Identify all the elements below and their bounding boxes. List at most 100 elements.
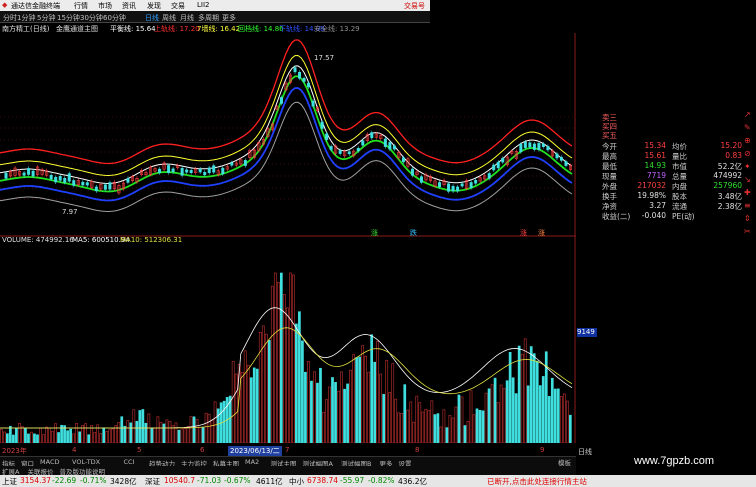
- period-tab[interactable]: 分时: [3, 13, 17, 23]
- volume-bar: [436, 413, 440, 443]
- drawing-toolstrip: ↗ ✎ ⊕ ⊘ ✦ ↘ ✚ ≡ ⇕ ✂: [742, 110, 756, 410]
- volume-bar: [313, 371, 316, 443]
- volume-bar: [562, 393, 566, 443]
- volume-bar: [204, 412, 208, 443]
- quote-row: 净资 3.27 流通 2.38亿: [600, 201, 756, 211]
- candle-body: [185, 169, 189, 173]
- period-tab[interactable]: 5分钟: [37, 13, 55, 23]
- indicator-tab[interactable]: MACD: [40, 458, 59, 466]
- menu-item-discover[interactable]: 发现: [147, 1, 161, 11]
- zx-index-pct: -0.82%: [368, 476, 395, 485]
- volume-bar: [538, 385, 542, 443]
- volume-bar: [105, 431, 109, 443]
- volume-bar: [147, 413, 151, 443]
- period-tab[interactable]: 60分钟: [103, 13, 126, 23]
- connection-status[interactable]: 已断开,点击此处连接行情主站: [487, 476, 587, 487]
- volume-bar: [508, 352, 512, 443]
- period-tab[interactable]: 更多: [222, 13, 236, 23]
- volume-bar: [550, 377, 554, 443]
- volume-bar: [523, 338, 527, 443]
- candle-body: [189, 170, 193, 174]
- volume-legend: VOLUME: 474992.16 MA5: 600510.94 MA10: 5…: [0, 236, 576, 246]
- drawing-tool-icon[interactable]: ✂: [744, 227, 751, 236]
- volume-bar: [201, 427, 205, 443]
- period-tab[interactable]: 月线: [180, 13, 194, 23]
- volume-bar: [75, 423, 78, 443]
- candle-body: [361, 140, 365, 146]
- menu-item-l2[interactable]: LII2: [197, 1, 209, 9]
- candle-body: [31, 170, 35, 177]
- sh-index-name[interactable]: 上证: [2, 476, 17, 487]
- candle-body: [72, 180, 76, 186]
- period-tab[interactable]: 15分钟: [57, 13, 80, 23]
- drawing-tool-icon[interactable]: ↘: [744, 175, 751, 184]
- volume-bar: [493, 377, 497, 443]
- candle-body: [329, 146, 333, 150]
- candle-body: [401, 157, 405, 163]
- trade-account-link[interactable]: 交易号: [404, 1, 425, 11]
- zx-index-amount: 436.2亿: [398, 477, 427, 486]
- volume-bar: [463, 425, 467, 443]
- sh-index-change: -22.69: [52, 476, 77, 485]
- candle-body: [85, 182, 89, 186]
- drawing-tool-icon[interactable]: ↗: [744, 110, 751, 119]
- xaxis-month: 9: [540, 446, 545, 454]
- volume-bar: [433, 414, 437, 443]
- menu-item-market[interactable]: 市场: [98, 1, 112, 11]
- volume-bar: [57, 432, 60, 443]
- candle-body: [469, 182, 473, 189]
- period-tab-active[interactable]: 日线: [145, 13, 159, 23]
- volume-bar: [457, 394, 461, 443]
- candle-body: [438, 182, 442, 188]
- volume-bar: [129, 422, 133, 443]
- volume-bar: [472, 414, 476, 443]
- site-watermark: www.7gpzb.com: [634, 455, 715, 467]
- drawing-tool-icon[interactable]: ≡: [744, 201, 751, 210]
- indicator-legend: 南方精工(日线) 金鹰通道主图 平衡线: 15.64 上轨线: 17.20 7墙…: [0, 23, 600, 33]
- menu-item-trade[interactable]: 交易: [171, 1, 185, 11]
- candle-body: [180, 167, 184, 176]
- volume-bar: [186, 426, 190, 443]
- menu-item-quotes[interactable]: 行情: [74, 1, 88, 11]
- volume-bar: [502, 388, 506, 443]
- quote-value: 3.27: [649, 201, 666, 210]
- period-tab[interactable]: 多周期: [198, 13, 219, 23]
- volume-value: VOLUME: 474992.16: [2, 236, 74, 244]
- volume-bar: [168, 421, 172, 443]
- volume-bar: [394, 398, 398, 443]
- drawing-tool-icon[interactable]: ✚: [744, 188, 751, 197]
- indicator-tab[interactable]: MA2: [245, 458, 259, 466]
- period-tab[interactable]: 30分钟: [80, 13, 103, 23]
- drawing-tool-icon[interactable]: ⊘: [744, 149, 751, 158]
- quote-panel: 卖三 买四 买五 今开 15.34 均价 15.20 最高 15.61 量比 0.83 最低 14…: [600, 110, 756, 221]
- period-tab[interactable]: 周线: [162, 13, 176, 23]
- candle-body: [293, 67, 297, 73]
- volume-bar: [364, 355, 367, 443]
- quote-value: 15.61: [644, 151, 666, 160]
- candle-body: [460, 183, 464, 187]
- xaxis-month: 4: [72, 446, 77, 454]
- sz-index-name[interactable]: 深证: [145, 476, 160, 487]
- candle-body: [519, 143, 523, 153]
- zx-index-name[interactable]: 中小: [289, 476, 304, 487]
- drawing-tool-icon[interactable]: ✎: [744, 123, 751, 132]
- menu-item-news[interactable]: 资讯: [122, 1, 136, 11]
- candle-body: [541, 143, 545, 147]
- candle-body: [311, 100, 315, 107]
- drawing-tool-icon[interactable]: ✦: [744, 162, 751, 171]
- band-line: [0, 101, 573, 213]
- volume-bar: [331, 377, 334, 443]
- volume-bar: [511, 377, 515, 443]
- volume-bar: [397, 412, 401, 443]
- volume-bar: [352, 354, 355, 443]
- volume-bar: [295, 323, 298, 443]
- index-statusbar: 上证 3154.37 -22.69 -0.71% 3428亿 深证 10540.…: [0, 475, 756, 487]
- drawing-tool-icon[interactable]: ⇕: [744, 214, 751, 223]
- drawing-tool-icon[interactable]: ⊕: [744, 136, 751, 145]
- period-tab[interactable]: 1分钟: [17, 13, 35, 23]
- volume-bar: [319, 367, 322, 443]
- indicator-tab[interactable]: CCI: [124, 458, 135, 466]
- indicator-tab[interactable]: VOL-TDX: [72, 458, 100, 466]
- candle-body: [338, 150, 342, 154]
- bid-level: 买五: [602, 131, 617, 140]
